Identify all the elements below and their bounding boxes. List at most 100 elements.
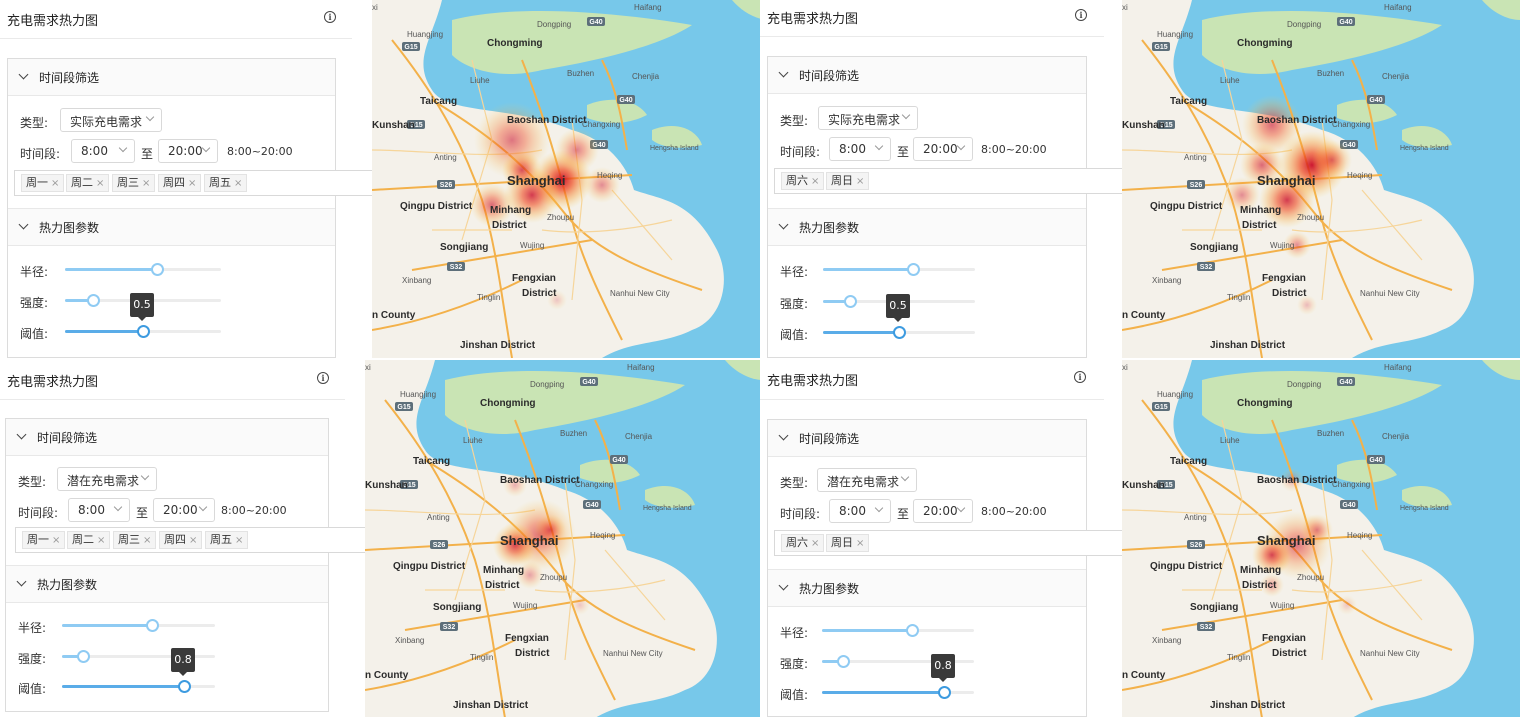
- day-tag[interactable]: 周二 ×: [67, 531, 111, 549]
- map-label: Qingpu District: [393, 561, 466, 572]
- day-tag[interactable]: 周一 ×: [22, 531, 66, 549]
- start-time-select[interactable]: 8:00: [829, 499, 891, 523]
- type-select[interactable]: 实际充电需求: [818, 106, 918, 130]
- time-filter-header[interactable]: 时间段筛选: [768, 420, 1086, 457]
- heatmap-params-header[interactable]: 热力图参数: [768, 569, 1086, 607]
- slider-track[interactable]: [822, 629, 912, 632]
- info-icon[interactable]: i: [317, 372, 329, 384]
- radius-slider[interactable]: [823, 263, 975, 276]
- road-shield-icon: G40: [610, 455, 628, 464]
- map-label: Heqing: [1347, 531, 1372, 540]
- slider-track[interactable]: [823, 268, 913, 271]
- radius-slider[interactable]: [62, 619, 215, 632]
- chevron-down-icon: [118, 143, 128, 153]
- time-filter-header[interactable]: 时间段筛选: [6, 419, 328, 456]
- type-select[interactable]: 潜在充电需求: [57, 467, 157, 491]
- slider-track[interactable]: [65, 268, 157, 271]
- end-time-select[interactable]: 20:00: [913, 137, 973, 161]
- day-tag[interactable]: 周六 ×: [781, 172, 825, 190]
- day-tag[interactable]: 周三 ×: [112, 174, 156, 192]
- slider-track[interactable]: [62, 624, 152, 627]
- day-tag[interactable]: 周日 ×: [826, 534, 870, 552]
- type-select[interactable]: 实际充电需求: [60, 108, 162, 132]
- heatmap-map[interactable]: G15 G40 G40 G40 S26 S32 G15 Dongping Haifang Huan…: [365, 360, 760, 717]
- day-tag[interactable]: 周一 ×: [21, 174, 65, 192]
- time-filter-header[interactable]: 时间段筛选: [768, 57, 1086, 94]
- day-tag[interactable]: 周六 ×: [781, 534, 825, 552]
- radius-slider[interactable]: [822, 624, 974, 637]
- close-icon[interactable]: ×: [234, 178, 242, 189]
- map-label: Haifang: [1384, 363, 1412, 372]
- type-value: 潜在充电需求: [67, 474, 140, 488]
- slider-handle[interactable]: [906, 624, 919, 637]
- day-tag[interactable]: 周五 ×: [204, 174, 248, 192]
- map-canvas[interactable]: G15G40G40G40S26S32G15DongpingHaifangHuan…: [1122, 0, 1520, 358]
- slider-handle[interactable]: [844, 295, 857, 308]
- close-icon[interactable]: ×: [188, 178, 196, 189]
- start-time-select[interactable]: 8:00: [829, 137, 891, 161]
- map-canvas[interactable]: G15G40G40G40S26S32G15DongpingHaifangHuan…: [1122, 360, 1520, 717]
- day-tag[interactable]: 周四 ×: [159, 531, 203, 549]
- slider-handle[interactable]: [151, 263, 164, 276]
- threshold-slider[interactable]: 0.8: [62, 648, 215, 693]
- slider-handle[interactable]: [178, 680, 191, 693]
- map-canvas[interactable]: G15G40G40G40S26S32G15DongpingHaifangHuan…: [372, 0, 760, 358]
- threshold-slider[interactable]: 0.5: [65, 293, 221, 338]
- day-tag[interactable]: 周三 ×: [113, 531, 157, 549]
- close-icon[interactable]: ×: [142, 178, 150, 189]
- close-icon[interactable]: ×: [51, 178, 59, 189]
- close-icon[interactable]: ×: [96, 178, 104, 189]
- start-time-select[interactable]: 8:00: [68, 498, 130, 522]
- slider-handle[interactable]: [938, 686, 951, 699]
- radius-slider[interactable]: [65, 263, 221, 276]
- day-tag[interactable]: 周四 ×: [158, 174, 202, 192]
- threshold-slider[interactable]: 0.5: [823, 294, 975, 339]
- days-select[interactable]: 周六 × 周日 ×: [774, 168, 1123, 194]
- slider-track[interactable]: [62, 685, 184, 688]
- info-icon[interactable]: i: [1075, 9, 1087, 21]
- close-icon[interactable]: ×: [856, 538, 864, 549]
- slider-handle[interactable]: [146, 619, 159, 632]
- close-icon[interactable]: ×: [856, 176, 864, 187]
- close-icon[interactable]: ×: [189, 535, 197, 546]
- close-icon[interactable]: ×: [235, 535, 243, 546]
- info-icon[interactable]: i: [324, 11, 336, 23]
- slider-handle[interactable]: [837, 655, 850, 668]
- threshold-slider[interactable]: 0.8: [822, 654, 974, 699]
- day-tag[interactable]: 周五 ×: [205, 531, 249, 549]
- map-canvas[interactable]: G15G40G40G40S26S32G15DongpingHaifangHuan…: [365, 360, 760, 717]
- days-select[interactable]: 周六 × 周日 ×: [774, 530, 1123, 556]
- control-panel: 充电需求热力图 i 时间段筛选 类型: 实际充电需求 时间段: 8:00 至 2…: [0, 0, 375, 358]
- slider-track[interactable]: [65, 330, 143, 333]
- section-label: 热力图参数: [799, 582, 860, 596]
- close-icon[interactable]: ×: [52, 535, 60, 546]
- slider-handle[interactable]: [893, 326, 906, 339]
- slider-handle[interactable]: [77, 650, 90, 663]
- slider-handle[interactable]: [907, 263, 920, 276]
- end-time-select[interactable]: 20:00: [158, 139, 218, 163]
- heatmap-map[interactable]: G15 G40 G40 G40 S26 S32 G15 Dongping Haifang Huan…: [1122, 0, 1520, 358]
- days-select[interactable]: 周一 × 周二 × 周三 × 周四 × 周五 ×: [14, 170, 375, 196]
- heatmap-params-header[interactable]: 热力图参数: [6, 565, 328, 603]
- time-filter-header[interactable]: 时间段筛选: [8, 59, 335, 96]
- close-icon[interactable]: ×: [143, 535, 151, 546]
- close-icon[interactable]: ×: [811, 176, 819, 187]
- heatmap-map[interactable]: G15 G40 G40 G40 S26 S32 G15 Dongping Haifang Huan…: [372, 0, 760, 358]
- end-time-select[interactable]: 20:00: [913, 499, 973, 523]
- start-time-select[interactable]: 8:00: [71, 139, 135, 163]
- heatmap-map[interactable]: G15 G40 G40 G40 S26 S32 G15 Dongping Haifang Huan…: [1122, 360, 1520, 717]
- heatmap-params-header[interactable]: 热力图参数: [768, 208, 1086, 246]
- days-select[interactable]: 周一 × 周二 × 周三 × 周四 × 周五 ×: [15, 527, 366, 553]
- end-time-select[interactable]: 20:00: [153, 498, 215, 522]
- type-select[interactable]: 潜在充电需求: [817, 468, 917, 492]
- day-tag[interactable]: 周日 ×: [826, 172, 870, 190]
- slider-track[interactable]: [822, 691, 944, 694]
- slider-handle[interactable]: [137, 325, 150, 338]
- close-icon[interactable]: ×: [97, 535, 105, 546]
- slider-handle[interactable]: [87, 294, 100, 307]
- heatmap-params-header[interactable]: 热力图参数: [8, 208, 335, 246]
- slider-track[interactable]: [823, 331, 899, 334]
- day-tag[interactable]: 周二 ×: [66, 174, 110, 192]
- info-icon[interactable]: i: [1074, 371, 1086, 383]
- close-icon[interactable]: ×: [811, 538, 819, 549]
